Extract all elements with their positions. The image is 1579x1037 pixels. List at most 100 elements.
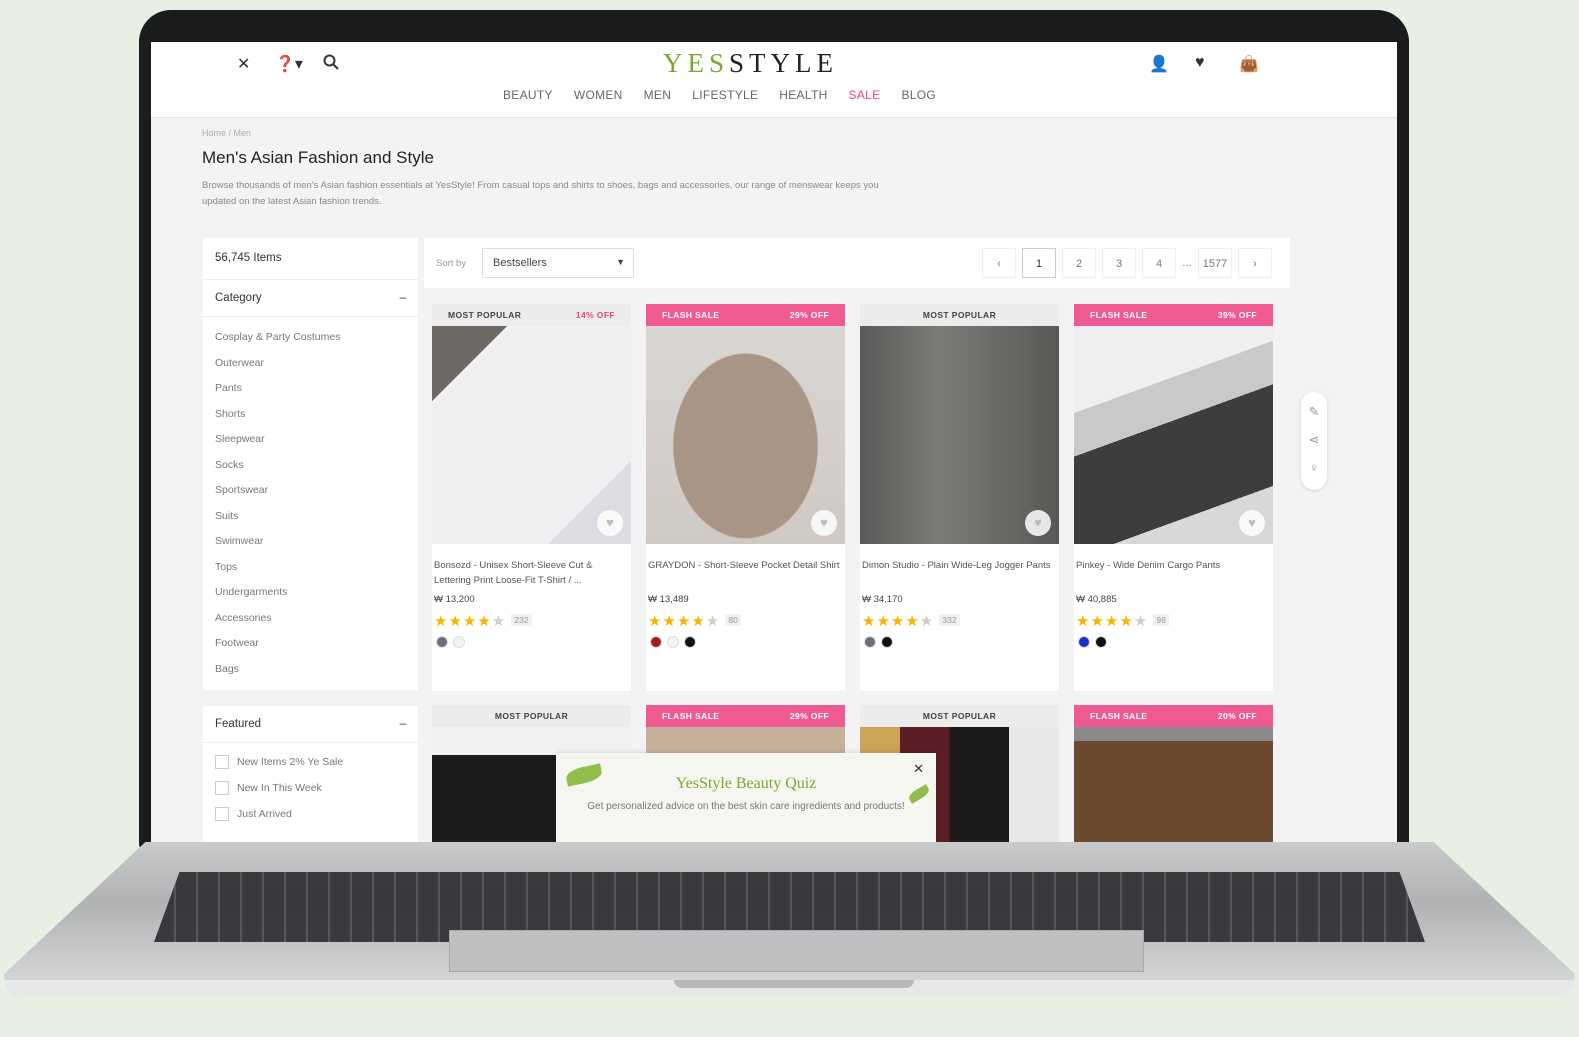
- category-link[interactable]: Pants: [215, 376, 406, 402]
- bulb-icon[interactable]: ♀: [1301, 454, 1327, 482]
- category-link[interactable]: Swimwear: [215, 529, 406, 555]
- beauty-quiz-popup[interactable]: ✕ YesStyle Beauty Quiz Get personalized …: [556, 753, 936, 842]
- filled-stars: ★★★★: [862, 613, 920, 630]
- bag-icon[interactable]: 👜: [1239, 54, 1259, 74]
- nav-blog[interactable]: BLOG: [901, 88, 936, 102]
- featured-header[interactable]: Featured –: [203, 706, 418, 743]
- category-link[interactable]: Accessories: [215, 606, 406, 632]
- product-name[interactable]: Pinkey - Wide Denim Cargo Pants: [1074, 544, 1273, 590]
- share-toolbar: ✎ ⋖ ♀: [1301, 392, 1327, 490]
- product-badge: FLASH SALE 29% OFF: [646, 705, 845, 727]
- close-icon[interactable]: ✕: [237, 54, 250, 74]
- pin-icon[interactable]: ✎: [1301, 398, 1327, 426]
- product-card[interactable]: FLASH SALE 29% OFF ♥ GRAYDON - Short-Sleeve…: [646, 304, 845, 691]
- category-header[interactable]: Category –: [203, 280, 418, 317]
- empty-star: ★: [705, 613, 721, 630]
- breadcrumb[interactable]: Home / Men: [202, 128, 251, 138]
- page-button[interactable]: 4: [1142, 248, 1176, 278]
- page-button[interactable]: 1577: [1198, 248, 1232, 278]
- featured-filter-label: New Items 2% Ye Sale: [237, 756, 344, 768]
- category-link[interactable]: Bags: [215, 657, 406, 683]
- product-name[interactable]: Dimon Studio - Plain Wide-Leg Jogger Pan…: [860, 544, 1059, 590]
- nav-health[interactable]: HEALTH: [779, 88, 827, 102]
- nav-men[interactable]: MEN: [644, 88, 672, 102]
- product-card[interactable]: FLASH SALE 39% OFF ♥ Pinkey - Wide Denim Ca…: [1074, 304, 1273, 691]
- product-image[interactable]: ♥: [860, 326, 1059, 544]
- account-icon[interactable]: 👤: [1149, 54, 1169, 74]
- sort-value: Bestsellers: [493, 257, 547, 269]
- category-link[interactable]: Shorts: [215, 402, 406, 428]
- search-icon[interactable]: [323, 54, 339, 75]
- product-name[interactable]: Bonsozd - Unisex Short-Sleeve Cut & Lett…: [432, 544, 631, 590]
- category-link[interactable]: Footwear: [215, 631, 406, 657]
- checkbox[interactable]: [215, 755, 229, 769]
- share-icon[interactable]: ⋖: [1301, 426, 1327, 454]
- sort-label: Sort by: [436, 258, 467, 269]
- product-badge: FLASH SALE 29% OFF: [646, 304, 845, 326]
- wishlist-heart-icon[interactable]: ♥: [1025, 510, 1051, 536]
- category-link[interactable]: Undergarments: [215, 580, 406, 606]
- wishlist-heart-icon[interactable]: ♥: [597, 510, 623, 536]
- product-badge: MOST POPULAR: [860, 304, 1059, 326]
- nav-women[interactable]: WOMEN: [574, 88, 623, 102]
- wishlist-heart-icon[interactable]: ♥: [811, 510, 837, 536]
- page-button[interactable]: 2: [1062, 248, 1096, 278]
- product-card[interactable]: MOST POPULAR 14% OFF ♥ Bonsozd - Unisex Sho…: [432, 304, 631, 691]
- product-image[interactable]: ♥: [432, 326, 631, 544]
- category-link[interactable]: Outerwear: [215, 351, 406, 377]
- item-count: 56,745 Items: [203, 238, 418, 280]
- featured-list: New Items 2% Ye Sale New In This Week Just…: [203, 743, 418, 827]
- category-link[interactable]: Sleepwear: [215, 427, 406, 453]
- category-link[interactable]: Sportswear: [215, 478, 406, 504]
- sort-dropdown[interactable]: Bestsellers ▼: [482, 248, 634, 278]
- nav-lifestyle[interactable]: LIFESTYLE: [692, 88, 758, 102]
- product-image[interactable]: [1074, 727, 1273, 842]
- product-area: Sort by Bestsellers ▼ ‹ 1 2 3 4... 1577 › MOST…: [424, 238, 1294, 842]
- checkbox[interactable]: [215, 781, 229, 795]
- site-logo[interactable]: YESSTYLE: [663, 48, 838, 79]
- product-image[interactable]: ♥: [1074, 326, 1273, 544]
- product-card[interactable]: MOST POPULAR ♥ Dimon Studio - Plain Wide-L…: [860, 304, 1059, 691]
- featured-filter[interactable]: Just Arrived: [203, 801, 418, 827]
- category-link[interactable]: Cosplay & Party Costumes: [215, 325, 406, 351]
- product-card[interactable]: FLASH SALE 20% OFF: [1074, 705, 1273, 842]
- page-title: Men's Asian Fashion and Style: [202, 148, 434, 167]
- badge-label: MOST POPULAR: [922, 711, 997, 721]
- page-button[interactable]: 1: [1022, 248, 1056, 278]
- color-swatch[interactable]: [650, 636, 662, 648]
- page-button[interactable]: 3: [1102, 248, 1136, 278]
- badge-label: MOST POPULAR: [448, 310, 522, 320]
- color-swatch[interactable]: [1078, 636, 1090, 648]
- close-icon[interactable]: ✕: [913, 761, 924, 777]
- featured-filter-label: New In This Week: [237, 782, 322, 794]
- product-name[interactable]: GRAYDON - Short-Sleeve Pocket Detail Shi…: [646, 544, 845, 590]
- color-swatch[interactable]: [436, 636, 448, 648]
- category-link[interactable]: Socks: [215, 453, 406, 479]
- product-image[interactable]: ♥: [646, 326, 845, 544]
- help-icon[interactable]: ❓▾: [275, 54, 303, 74]
- prev-page-button[interactable]: ‹: [982, 248, 1016, 278]
- review-count: 232: [511, 614, 532, 626]
- featured-filter[interactable]: New Items 2% Ye Sale: [203, 749, 418, 775]
- heart-icon[interactable]: ♥: [1195, 54, 1205, 72]
- product-badge: FLASH SALE 39% OFF: [1074, 304, 1273, 326]
- wishlist-heart-icon[interactable]: ♥: [1239, 510, 1265, 536]
- color-swatch[interactable]: [667, 636, 679, 648]
- collapse-icon[interactable]: –: [400, 292, 406, 304]
- product-badge: FLASH SALE 20% OFF: [1074, 705, 1273, 727]
- color-swatch[interactable]: [1095, 636, 1107, 648]
- color-swatch[interactable]: [684, 636, 696, 648]
- discount-label: 29% OFF: [789, 711, 829, 721]
- color-swatch[interactable]: [453, 636, 465, 648]
- collapse-icon[interactable]: –: [400, 718, 406, 730]
- color-swatch[interactable]: [864, 636, 876, 648]
- category-link[interactable]: Tops: [215, 555, 406, 581]
- checkbox[interactable]: [215, 807, 229, 821]
- color-swatch[interactable]: [881, 636, 893, 648]
- badge-label: FLASH SALE: [662, 310, 720, 320]
- next-page-button[interactable]: ›: [1238, 248, 1272, 278]
- nav-beauty[interactable]: BEAUTY: [503, 88, 553, 102]
- nav-sale[interactable]: SALE: [849, 88, 881, 102]
- category-link[interactable]: Suits: [215, 504, 406, 530]
- featured-filter[interactable]: New In This Week: [203, 775, 418, 801]
